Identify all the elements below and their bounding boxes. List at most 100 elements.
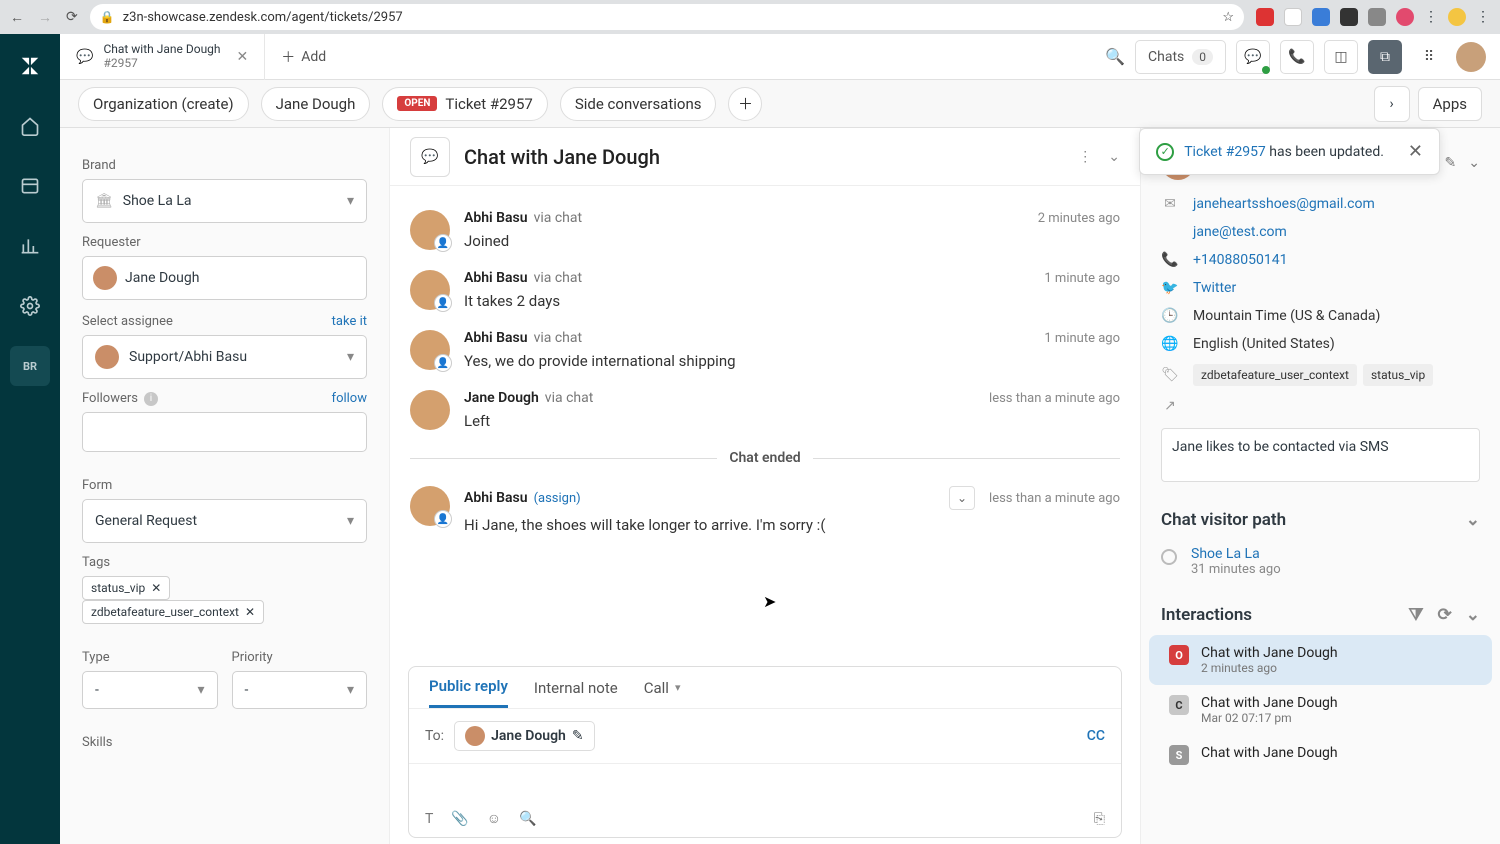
- chevron-down-icon[interactable]: ⌄: [1468, 155, 1480, 171]
- apps-grid-icon[interactable]: ⠿: [1412, 40, 1446, 74]
- chrome-menu-icon[interactable]: ⋮: [1424, 9, 1438, 25]
- chevron-down-icon: ▾: [347, 349, 354, 365]
- reporting-icon[interactable]: [10, 226, 50, 266]
- chat-icon: 💬: [76, 49, 93, 65]
- extension-icon[interactable]: [1284, 8, 1302, 26]
- requester-input[interactable]: Jane Dough: [82, 256, 367, 300]
- side-conversations-tab[interactable]: Side conversations: [560, 87, 717, 121]
- twitter-link[interactable]: Twitter: [1193, 280, 1236, 296]
- ticket-properties-panel: Brand 🏛 Shoe La La ▾ Requester Jane Doug…: [60, 128, 390, 844]
- status-badge-open: OPEN: [397, 96, 437, 111]
- take-it-link[interactable]: take it: [332, 314, 367, 329]
- star-icon[interactable]: ☆: [1222, 10, 1234, 25]
- interaction-item[interactable]: C Chat with Jane DoughMar 02 07:17 pm: [1149, 685, 1492, 735]
- extension-icon[interactable]: [1340, 8, 1358, 26]
- visitor-path-item[interactable]: Shoe La La 31 minutes ago: [1141, 540, 1500, 591]
- phone-icon[interactable]: 📞: [1280, 40, 1314, 74]
- attachment-icon[interactable]: 📎: [451, 811, 468, 827]
- tab-call[interactable]: Call▾: [644, 677, 681, 708]
- tab-public-reply[interactable]: Public reply: [429, 677, 508, 708]
- check-circle-icon: ✓: [1156, 143, 1174, 161]
- chevron-down-icon[interactable]: ⌄: [1466, 605, 1480, 625]
- chevron-down-icon: ▾: [347, 513, 354, 529]
- interaction-item[interactable]: O Chat with Jane Dough2 minutes ago: [1149, 635, 1492, 685]
- tags-container[interactable]: status_vip✕ zdbetafeature_user_context✕: [82, 576, 367, 624]
- macro-icon[interactable]: ⎘: [1094, 811, 1105, 827]
- tag-chip[interactable]: zdbetafeature_user_context✕: [82, 600, 264, 624]
- interaction-item[interactable]: S Chat with Jane Dough: [1149, 735, 1492, 775]
- form-select[interactable]: General Request ▾: [82, 499, 367, 543]
- recipient-chip[interactable]: Jane Dough ✎: [454, 721, 595, 751]
- conversations-icon[interactable]: 💬: [1236, 40, 1270, 74]
- profile-avatar-icon[interactable]: [1448, 8, 1466, 26]
- ticket-title: Chat with Jane Dough: [464, 145, 660, 169]
- user-tab[interactable]: Jane Dough: [261, 87, 371, 121]
- views-icon[interactable]: [10, 166, 50, 206]
- follow-link[interactable]: follow: [332, 391, 367, 406]
- phone-link[interactable]: +14088050141: [1193, 252, 1288, 268]
- tab-internal-note[interactable]: Internal note: [534, 677, 618, 708]
- chats-button[interactable]: Chats 0: [1135, 40, 1226, 74]
- text-format-icon[interactable]: T: [425, 811, 433, 827]
- email-link[interactable]: jane@test.com: [1193, 224, 1287, 240]
- chevron-down-icon[interactable]: ⌄: [1108, 149, 1120, 165]
- chevron-right-icon[interactable]: ›: [1374, 86, 1410, 122]
- reload-icon[interactable]: ⟳: [66, 9, 78, 26]
- edit-icon[interactable]: ✎: [1445, 155, 1457, 171]
- chevron-down-icon[interactable]: ⌄: [1466, 510, 1480, 530]
- workspace-badge[interactable]: BR: [10, 346, 50, 386]
- ticket-comment: 👤 Abhi Basu (assign) ⌄ less than a minut…: [410, 476, 1120, 544]
- info-icon[interactable]: i: [144, 392, 158, 406]
- reply-textarea[interactable]: [409, 764, 1121, 800]
- apps-button[interactable]: Apps: [1418, 87, 1482, 121]
- search-icon[interactable]: 🔍: [1105, 47, 1125, 66]
- refresh-icon[interactable]: ⟳: [1438, 605, 1452, 625]
- cc-button[interactable]: CC: [1087, 728, 1105, 744]
- conversation-icon[interactable]: 💬: [410, 137, 450, 177]
- ticket-conversation-panel: 💬 Chat with Jane Dough ⋮ ⌄ 👤 Abhi Basuvi…: [390, 128, 1140, 844]
- extension-abp-icon[interactable]: [1256, 8, 1274, 26]
- extension-icon[interactable]: [1368, 8, 1386, 26]
- search-kb-icon[interactable]: 🔍: [519, 811, 536, 827]
- edit-icon[interactable]: ✎: [572, 728, 584, 744]
- filter-icon[interactable]: ⧩: [1408, 605, 1423, 625]
- ticket-tab[interactable]: OPEN Ticket #2957: [382, 87, 547, 121]
- add-tab-button[interactable]: ＋ Add: [265, 47, 342, 67]
- toast-ticket-link[interactable]: Ticket #2957: [1184, 144, 1266, 160]
- user-context-panel: Jane Dough ✎ ⌄ ✉janeheartsshoes@gmail.co…: [1140, 128, 1500, 844]
- home-icon[interactable]: [10, 106, 50, 146]
- emoji-icon[interactable]: ☺: [487, 810, 501, 827]
- chrome-more-icon[interactable]: ⋮: [1476, 9, 1490, 25]
- layout-icon[interactable]: ◫: [1324, 40, 1358, 74]
- assignee-select[interactable]: Support/Abhi Basu ▾: [82, 335, 367, 379]
- email-link[interactable]: janeheartsshoes@gmail.com: [1193, 196, 1375, 212]
- workspace-tab[interactable]: 💬 Chat with Jane Dough #2957 ✕: [60, 34, 265, 80]
- type-select[interactable]: -▾: [82, 671, 218, 709]
- assign-link[interactable]: (assign): [534, 491, 581, 506]
- close-icon[interactable]: ✕: [237, 49, 249, 65]
- brand-select[interactable]: 🏛 Shoe La La ▾: [82, 179, 367, 223]
- extension-icon[interactable]: [1396, 8, 1414, 26]
- close-icon[interactable]: ✕: [1408, 141, 1423, 162]
- current-user-avatar[interactable]: [1456, 42, 1486, 72]
- tags-label: Tags: [82, 555, 367, 570]
- remove-icon[interactable]: ✕: [151, 581, 161, 595]
- chats-count: 0: [1192, 49, 1213, 65]
- tag-chip[interactable]: status_vip✕: [82, 576, 170, 600]
- group-icon[interactable]: ⧉: [1368, 40, 1402, 74]
- remove-icon[interactable]: ✕: [245, 605, 255, 619]
- comment-menu-button[interactable]: ⌄: [949, 486, 975, 510]
- priority-select[interactable]: -▾: [232, 671, 368, 709]
- logo-icon[interactable]: [10, 46, 50, 86]
- toast-notification: ✓ Ticket #2957 has been updated. ✕: [1139, 128, 1440, 175]
- extension-icon[interactable]: [1312, 8, 1330, 26]
- url-bar[interactable]: 🔒 z3n-showcase.zendesk.com/agent/tickets…: [90, 4, 1244, 30]
- admin-icon[interactable]: [10, 286, 50, 326]
- forward-icon[interactable]: →: [38, 9, 52, 26]
- org-tab[interactable]: Organization (create): [78, 87, 249, 121]
- user-notes-textarea[interactable]: Jane likes to be contacted via SMS: [1161, 428, 1480, 482]
- back-icon[interactable]: ←: [10, 9, 24, 26]
- followers-input[interactable]: [82, 412, 367, 452]
- more-icon[interactable]: ⋮: [1078, 149, 1092, 165]
- add-context-button[interactable]: ＋: [728, 87, 762, 121]
